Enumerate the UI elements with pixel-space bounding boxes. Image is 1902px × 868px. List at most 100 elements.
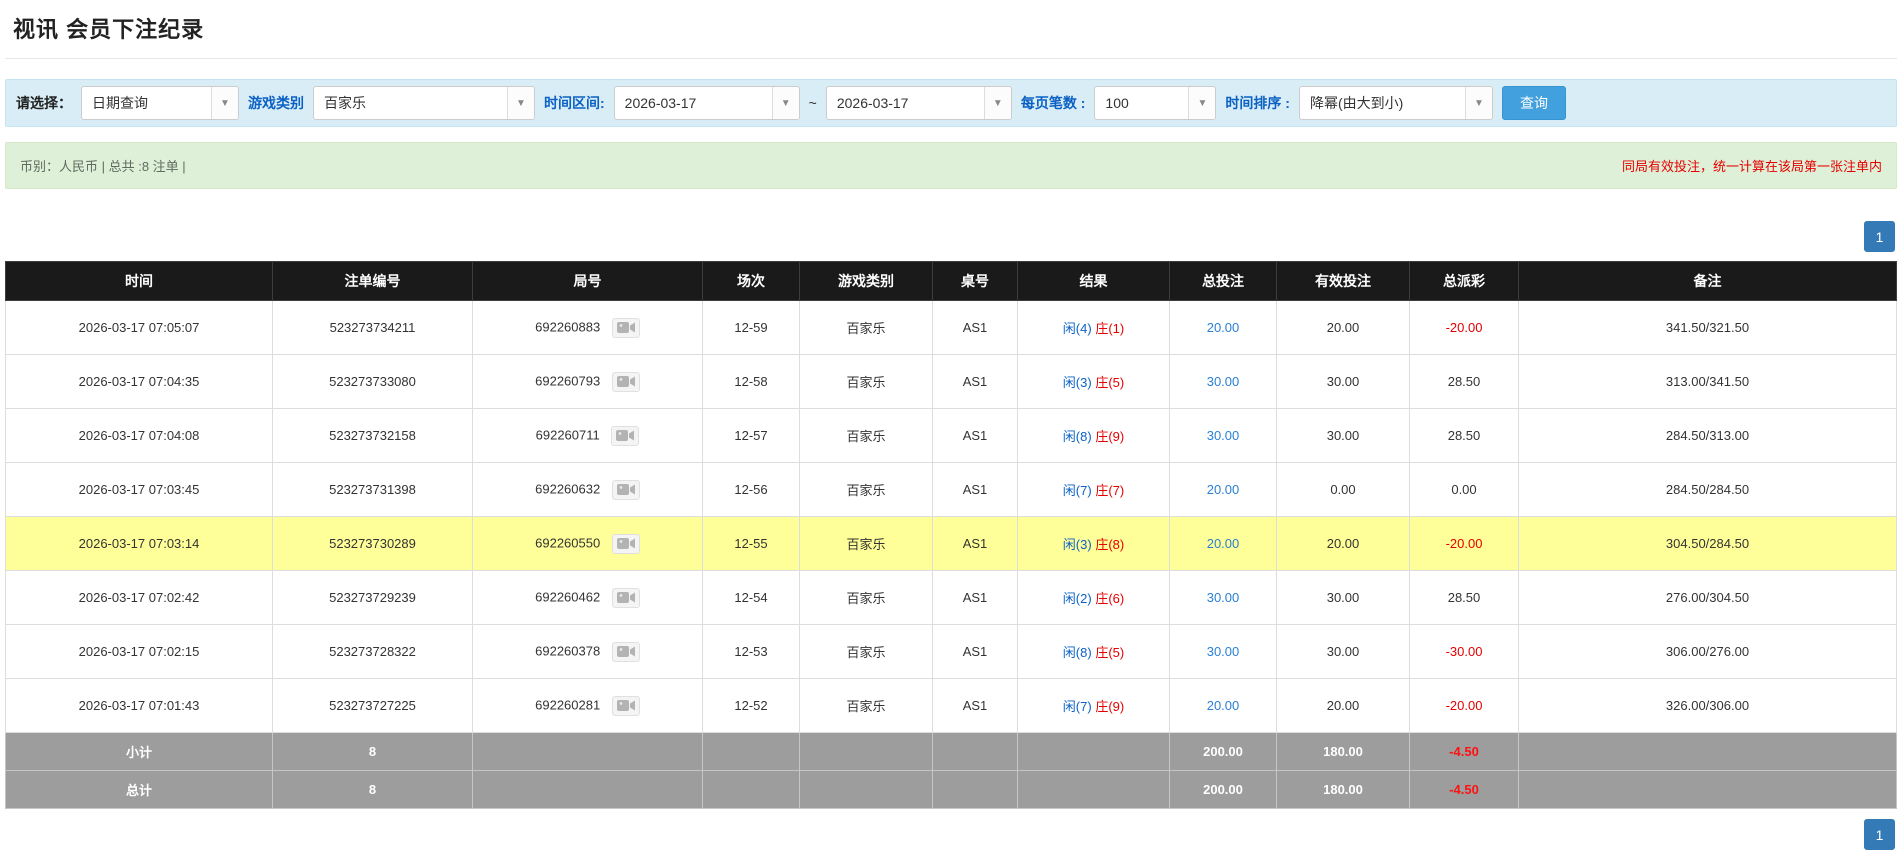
- chevron-down-icon[interactable]: ▼: [211, 87, 238, 119]
- payout-cell: -20.00: [1409, 678, 1519, 733]
- session-cell: 12-59: [702, 300, 800, 355]
- bet-time: 2026-03-17 07:03:14: [78, 536, 200, 551]
- session: 12-57: [734, 428, 768, 443]
- game-category-select[interactable]: 百家乐 ▼: [313, 86, 535, 120]
- total-bet-link[interactable]: 30.00: [1207, 644, 1240, 659]
- table-no-cell: AS1: [932, 462, 1018, 517]
- search-button[interactable]: 查询: [1501, 86, 1566, 120]
- video-replay-icon[interactable]: [611, 533, 640, 554]
- table-row[interactable]: 2026-03-17 07:05:07 523273734211 6922608…: [5, 300, 1897, 355]
- video-replay-icon[interactable]: [611, 587, 640, 608]
- total-bet-link[interactable]: 20.00: [1207, 698, 1240, 713]
- pagination-top: 1: [5, 221, 1897, 252]
- table-no-cell: AS1: [932, 300, 1018, 355]
- bet-id: 523273734211: [329, 320, 416, 335]
- table-row[interactable]: 2026-03-17 07:03:45 523273731398 6922606…: [5, 462, 1897, 517]
- bet-time: 2026-03-17 07:02:15: [78, 644, 200, 659]
- video-replay-icon[interactable]: [611, 371, 640, 392]
- result-cell: 闲(3) 庄(8): [1017, 516, 1170, 571]
- total-bet-link[interactable]: 30.00: [1207, 590, 1240, 605]
- subtotal-valid-bet: 180.00: [1276, 732, 1410, 771]
- session: 12-54: [734, 590, 768, 605]
- subtotal-label: 小计: [5, 732, 273, 771]
- result-cell: 闲(7) 庄(7): [1017, 462, 1170, 517]
- payout-cell: -20.00: [1409, 516, 1519, 571]
- session: 12-52: [734, 698, 768, 713]
- table-no: AS1: [962, 536, 988, 551]
- empty-cell: [799, 732, 933, 771]
- total-bet-cell: 30.00: [1169, 408, 1277, 463]
- time-cell: 2026-03-17 07:02:42: [5, 570, 273, 625]
- page-root: 视讯 会员下注纪录 请选择： 日期查询 ▼ 游戏类别 百家乐 ▼ 时间区间: 2…: [0, 0, 1902, 868]
- payout: 28.50: [1447, 374, 1481, 389]
- empty-cell: [1518, 732, 1897, 771]
- table-row[interactable]: 2026-03-17 07:04:35 523273733080 6922607…: [5, 354, 1897, 409]
- date-to-select[interactable]: 2026-03-17 ▼: [825, 86, 1012, 120]
- total-bet-cell: 20.00: [1169, 300, 1277, 355]
- payout-cell: 28.50: [1409, 570, 1519, 625]
- bet-id: 523273729239: [329, 590, 416, 605]
- total-bet-link[interactable]: 30.00: [1207, 428, 1240, 443]
- result-cell: 闲(3) 庄(5): [1017, 354, 1170, 409]
- table-row[interactable]: 2026-03-17 07:04:08 523273732158 6922607…: [5, 408, 1897, 463]
- payout-cell: -20.00: [1409, 300, 1519, 355]
- chevron-down-icon[interactable]: ▼: [983, 87, 1011, 119]
- sort-select[interactable]: 降幂(由大到小) ▼: [1298, 86, 1493, 120]
- pagination-page-1[interactable]: 1: [1864, 221, 1895, 252]
- query-type-select[interactable]: 日期查询 ▼: [81, 86, 239, 120]
- total-bet-cell: 30.00: [1169, 570, 1277, 625]
- total-bet-cell: 20.00: [1169, 462, 1277, 517]
- payout-cell: 28.50: [1409, 408, 1519, 463]
- pagination-page-1[interactable]: 1: [1864, 819, 1895, 850]
- video-replay-icon[interactable]: [611, 425, 640, 446]
- video-replay-icon[interactable]: [611, 641, 640, 662]
- total-bet-link[interactable]: 20.00: [1207, 482, 1240, 497]
- table-row[interactable]: 2026-03-17 07:02:15 523273728322 6922603…: [5, 624, 1897, 679]
- valid-bet-cell: 30.00: [1276, 354, 1410, 409]
- total-bet-link[interactable]: 20.00: [1207, 536, 1240, 551]
- video-replay-icon[interactable]: [611, 695, 640, 716]
- page-size-select[interactable]: 100 ▼: [1094, 86, 1217, 120]
- chevron-down-icon[interactable]: ▼: [771, 87, 799, 119]
- table-no: AS1: [962, 482, 988, 497]
- chevron-down-icon[interactable]: ▼: [507, 87, 534, 119]
- page-size-value: 100: [1105, 95, 1129, 111]
- bet-id: 523273733080: [329, 374, 416, 389]
- result-player: 闲(4): [1062, 321, 1092, 336]
- video-replay-icon[interactable]: [611, 317, 640, 338]
- round-id: 692260550: [535, 534, 601, 550]
- valid-bet: 30.00: [1326, 644, 1360, 659]
- game-category: 百家乐: [846, 375, 886, 390]
- chevron-down-icon[interactable]: ▼: [1188, 87, 1216, 119]
- bet-time: 2026-03-17 07:04:08: [78, 428, 200, 443]
- column-header: 结果: [1017, 261, 1170, 301]
- page-title: 视讯 会员下注纪录: [13, 17, 205, 42]
- payout: -20.00: [1445, 320, 1483, 335]
- bet-time: 2026-03-17 07:05:07: [78, 320, 200, 335]
- pagination-bottom: 1: [5, 819, 1897, 850]
- remark-cell: 326.00/306.00: [1518, 678, 1897, 733]
- date-from-select[interactable]: 2026-03-17 ▼: [613, 86, 800, 120]
- remark-cell: 341.50/321.50: [1518, 300, 1897, 355]
- valid-bet: 30.00: [1326, 428, 1360, 443]
- total-total-bet: 200.00: [1169, 770, 1277, 809]
- result-cell: 闲(8) 庄(9): [1017, 408, 1170, 463]
- empty-cell: [1017, 732, 1170, 771]
- result-banker: 庄(7): [1095, 483, 1125, 498]
- chevron-down-icon[interactable]: ▼: [1464, 87, 1492, 119]
- bet-id-cell: 523273732158: [272, 408, 473, 463]
- total-bet-link[interactable]: 30.00: [1207, 374, 1240, 389]
- game-cell: 百家乐: [799, 462, 933, 517]
- session-cell: 12-56: [702, 462, 800, 517]
- table-row[interactable]: 2026-03-17 07:02:42 523273729239 6922604…: [5, 570, 1897, 625]
- table-row[interactable]: 2026-03-17 07:03:14 523273730289 6922605…: [5, 516, 1897, 571]
- remark-cell: 276.00/304.50: [1518, 570, 1897, 625]
- game-cell: 百家乐: [799, 300, 933, 355]
- sort-label: 时间排序 :: [1225, 95, 1290, 111]
- round-id: 692260462: [535, 588, 601, 604]
- result-cell: 闲(2) 庄(6): [1017, 570, 1170, 625]
- round-id: 692260711: [535, 426, 600, 442]
- total-bet-link[interactable]: 20.00: [1207, 320, 1240, 335]
- video-replay-icon[interactable]: [611, 479, 640, 500]
- table-row[interactable]: 2026-03-17 07:01:43 523273727225 6922602…: [5, 678, 1897, 733]
